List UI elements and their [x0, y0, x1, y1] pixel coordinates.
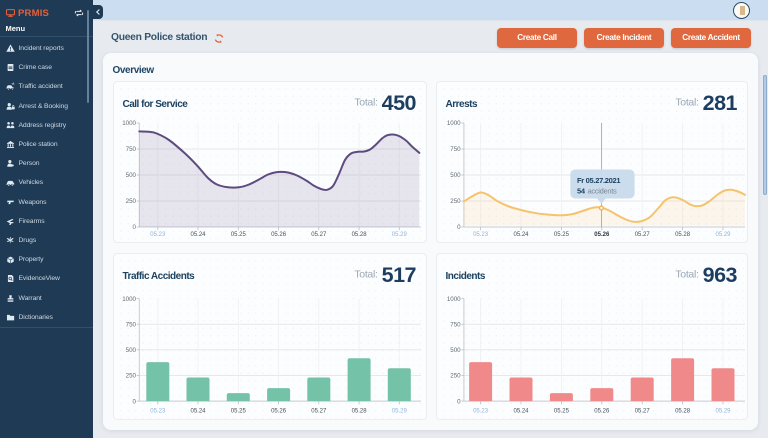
svg-text:05.24: 05.24	[190, 232, 206, 238]
svg-text:0: 0	[133, 224, 137, 231]
svg-text:05.26: 05.26	[594, 232, 610, 238]
svg-text:500: 500	[126, 347, 137, 354]
svg-text:05.28: 05.28	[352, 232, 368, 238]
svg-text:05.25: 05.25	[554, 408, 570, 414]
svg-text:1000: 1000	[447, 295, 461, 302]
svg-text:05.25: 05.25	[231, 232, 247, 238]
svg-text:05.28: 05.28	[675, 232, 691, 238]
svg-text:750: 750	[126, 146, 137, 153]
svg-text:250: 250	[126, 198, 137, 205]
svg-text:05.29: 05.29	[715, 232, 731, 238]
svg-text:05.25: 05.25	[231, 408, 247, 414]
svg-text:250: 250	[126, 372, 137, 379]
svg-text:05.26: 05.26	[271, 232, 287, 238]
svg-text:05.29: 05.29	[392, 232, 408, 238]
svg-text:05.23: 05.23	[473, 232, 489, 238]
svg-text:0: 0	[457, 398, 461, 405]
svg-text:05.29: 05.29	[392, 408, 408, 414]
svg-text:250: 250	[450, 198, 461, 205]
svg-text:500: 500	[450, 172, 461, 179]
svg-text:0: 0	[133, 398, 137, 405]
svg-text:750: 750	[450, 146, 461, 153]
svg-text:250: 250	[450, 372, 461, 379]
svg-text:05.27: 05.27	[635, 408, 651, 414]
svg-text:05.24: 05.24	[513, 408, 529, 414]
svg-text:1000: 1000	[122, 295, 136, 302]
svg-text:Fr 05.27.2021: Fr 05.27.2021	[577, 176, 620, 185]
svg-text:1000: 1000	[122, 120, 136, 127]
svg-text:05.26: 05.26	[271, 408, 287, 414]
svg-text:1000: 1000	[447, 120, 461, 127]
svg-text:05.29: 05.29	[715, 408, 731, 414]
svg-text:0: 0	[457, 224, 461, 231]
svg-text:500: 500	[450, 347, 461, 354]
svg-text:05.27: 05.27	[635, 232, 651, 238]
svg-text:54: 54	[577, 186, 586, 195]
svg-text:05.24: 05.24	[190, 408, 206, 414]
svg-text:750: 750	[126, 321, 137, 328]
svg-text:05.27: 05.27	[311, 232, 327, 238]
svg-text:05.25: 05.25	[554, 232, 570, 238]
svg-text:500: 500	[126, 172, 137, 179]
svg-text:05.28: 05.28	[675, 408, 691, 414]
svg-text:05.23: 05.23	[150, 408, 166, 414]
svg-text:05.24: 05.24	[513, 232, 529, 238]
svg-text:05.26: 05.26	[594, 408, 610, 414]
svg-text:750: 750	[450, 321, 461, 328]
svg-text:05.27: 05.27	[311, 408, 327, 414]
svg-text:accidents: accidents	[588, 186, 618, 195]
svg-text:05.23: 05.23	[473, 408, 489, 414]
svg-text:05.28: 05.28	[352, 408, 368, 414]
svg-text:05.23: 05.23	[150, 232, 166, 238]
